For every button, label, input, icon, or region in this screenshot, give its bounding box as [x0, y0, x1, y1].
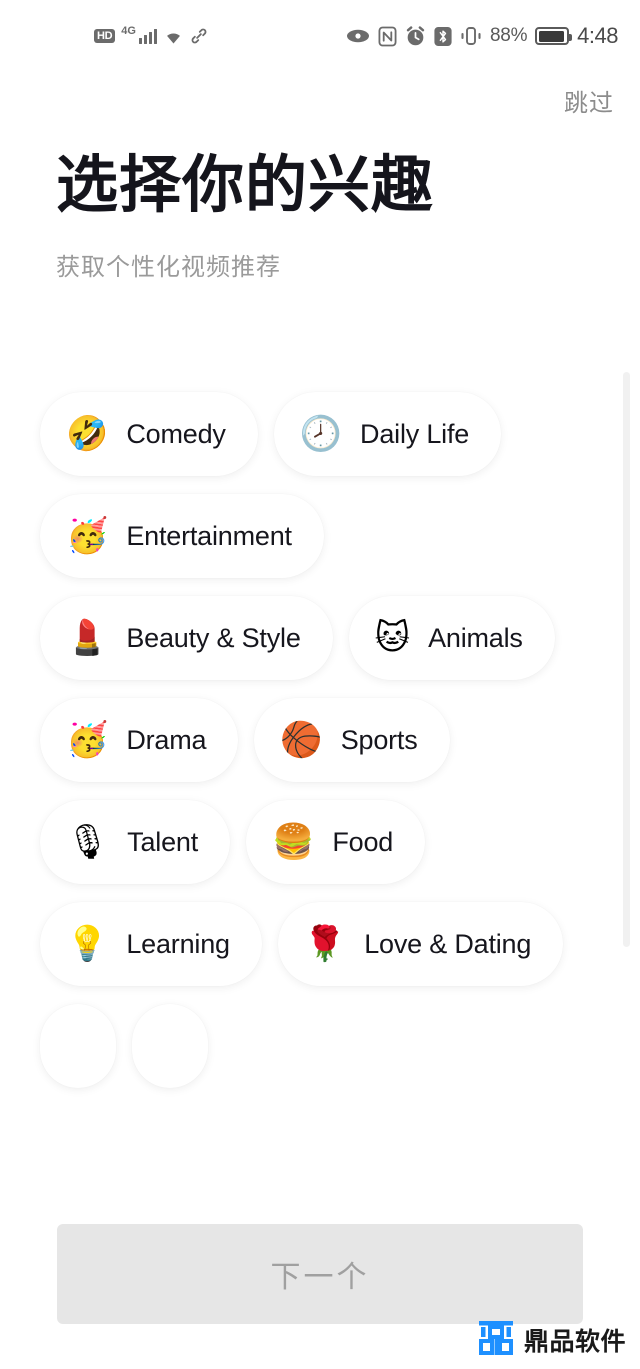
interest-chip-wrap: 🤣 Comedy 🕗 Daily Life 🥳 Entertainment 💄 Beauty … — [40, 392, 570, 1088]
interest-chip[interactable]: 🏀 Sports — [254, 698, 450, 782]
interest-chip[interactable]: 🐱 Animals — [348, 596, 555, 680]
interest-chip[interactable]: 🍔 Food — [246, 800, 426, 884]
hamburger-emoji: 🍔 — [272, 822, 315, 862]
interest-chip-label: Learning — [126, 928, 230, 959]
interest-chip[interactable]: 🥳 Entertainment — [40, 494, 324, 578]
status-bar-right: 88% 4:48 — [346, 0, 618, 72]
interest-chip-list[interactable]: 🤣 Comedy 🕗 Daily Life 🥳 Entertainment 💄 Beauty … — [0, 368, 640, 1369]
bottom-bar: 下一个 鼎品软件 — [0, 1221, 640, 1369]
studio-microphone-emoji: 🎙 — [66, 822, 110, 862]
next-button[interactable]: 下一个 — [57, 1224, 583, 1324]
basketball-emoji: 🏀 — [280, 720, 323, 760]
status-bar-clock: 4:48 — [577, 23, 618, 48]
interest-chip[interactable]: 🎙 Talent — [40, 800, 231, 884]
partying-face-emoji: 🥳 — [66, 516, 109, 556]
status-bar: HD 4G 88% 4:48 — [0, 0, 640, 72]
rolling-on-the-floor-laughing-emoji: 🤣 — [66, 414, 109, 454]
interest-chip-label: Talent — [127, 826, 199, 857]
vibrate-icon — [460, 26, 482, 46]
battery-percent-label: 88% — [490, 25, 528, 46]
interest-chip-label: Animals — [428, 622, 523, 653]
cat-face-emoji: 🐱 — [374, 618, 411, 658]
page-subtitle: 获取个性化视频推荐 — [56, 254, 281, 282]
lipstick-emoji: 💄 — [66, 618, 109, 658]
interest-chip[interactable] — [132, 1004, 208, 1088]
interest-chip[interactable] — [40, 1004, 116, 1088]
signal-bars-icon — [138, 28, 158, 44]
interest-chip-label: Comedy — [126, 418, 226, 449]
hd-icon: HD — [94, 28, 116, 44]
nfc-icon — [378, 26, 397, 47]
rose-emoji: 🌹 — [303, 924, 347, 964]
bluetooth-icon — [434, 26, 452, 47]
interest-chip-label: Beauty & Style — [126, 622, 301, 653]
link-icon — [190, 27, 208, 45]
interest-chip[interactable]: 🌹 Love & Dating — [277, 902, 564, 986]
interest-chip[interactable]: 🤣 Comedy — [40, 392, 258, 476]
interest-chip-label: Entertainment — [126, 520, 292, 551]
battery-icon — [535, 27, 573, 45]
eye-icon — [346, 28, 370, 44]
skip-row: 跳过 — [0, 72, 640, 128]
interest-chip[interactable]: 🥳 Drama — [40, 698, 239, 782]
interest-chip[interactable]: 💄 Beauty & Style — [40, 596, 333, 680]
interest-chip-label: Daily Life — [360, 418, 470, 449]
interest-chip[interactable]: 🕗 Daily Life — [273, 392, 502, 476]
alarm-clock-icon — [405, 25, 426, 47]
interest-chip-label: Love & Dating — [364, 928, 532, 959]
vertical-scrollbar[interactable] — [623, 372, 630, 947]
wifi-icon — [163, 28, 184, 45]
status-bar-left: HD 4G — [94, 25, 208, 45]
page-title: 选择你的兴趣 — [56, 151, 435, 220]
interest-chip[interactable]: 💡 Learning — [40, 902, 262, 986]
light-bulb-emoji: 💡 — [66, 924, 109, 964]
watermark-label: 鼎品软件 — [523, 1327, 626, 1356]
partying-face-emoji: 🥳 — [66, 720, 109, 760]
clock-emoji: 🕗 — [299, 414, 343, 454]
skip-button[interactable]: 跳过 — [564, 83, 614, 118]
interest-chip-label: Food — [332, 826, 394, 857]
interest-chip-label: Drama — [126, 724, 207, 755]
watermark: 鼎品软件 — [477, 1318, 626, 1361]
interest-chip-label: Sports — [340, 724, 418, 755]
network-type-label: 4G — [121, 25, 136, 37]
dingpin-logo-icon — [477, 1318, 515, 1361]
page-header: 选择你的兴趣 获取个性化视频推荐 — [0, 128, 640, 282]
